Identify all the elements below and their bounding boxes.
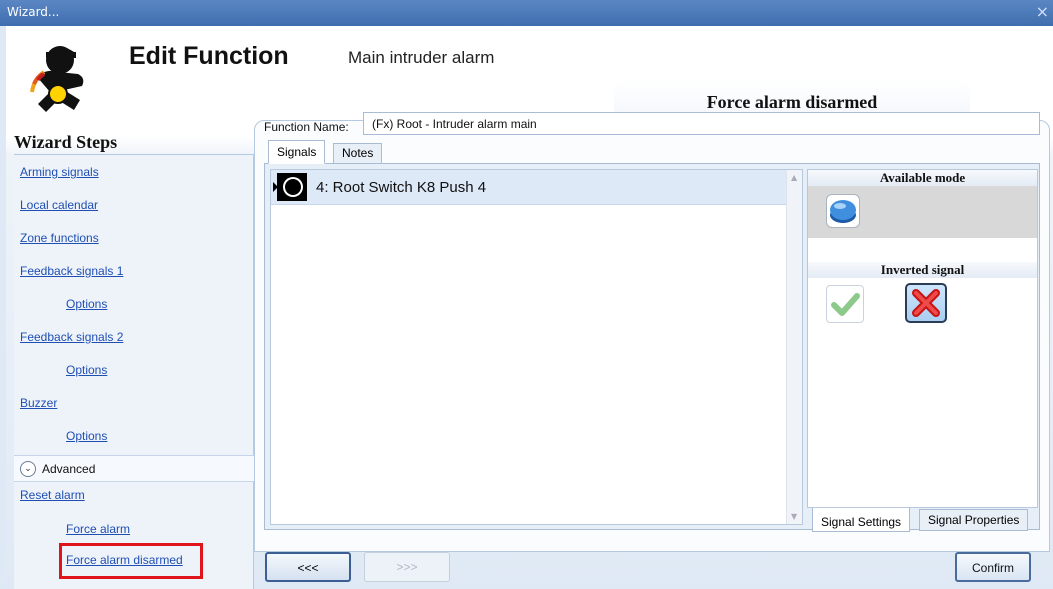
step-force-alarm[interactable]: Force alarm — [66, 522, 130, 536]
tab-signal-properties[interactable]: Signal Properties — [919, 509, 1029, 531]
list-scrollbar[interactable]: ▲ ▼ — [786, 170, 802, 524]
step-reset-alarm[interactable]: Reset alarm — [20, 488, 85, 502]
function-name-label: Function Name: — [264, 120, 349, 134]
chevron-down-icon[interactable]: ⌄ — [20, 461, 36, 477]
red-cross-icon — [912, 289, 940, 317]
close-icon[interactable]: × — [1036, 2, 1049, 21]
function-subtitle: Main intruder alarm — [348, 48, 495, 67]
confirm-button[interactable]: Confirm — [955, 552, 1031, 582]
signal-list: 4: Root Switch K8 Push 4 ▲ ▼ — [270, 169, 803, 525]
list-item[interactable]: 4: Root Switch K8 Push 4 — [271, 170, 786, 205]
tab-signal-settings[interactable]: Signal Settings — [812, 508, 911, 532]
window-titlebar: Wizard... × — [0, 0, 1053, 26]
step-feedback-2-options[interactable]: Options — [66, 363, 107, 377]
mode-selector-button[interactable] — [826, 194, 860, 228]
step-arming-signals[interactable]: Arming signals — [20, 165, 99, 179]
inverted-no-button[interactable] — [905, 283, 947, 323]
advanced-toggle[interactable]: ⌄ Advanced — [14, 455, 254, 482]
step-buzzer[interactable]: Buzzer — [20, 396, 57, 410]
available-mode-area — [808, 186, 1037, 238]
selected-step-highlight — [59, 543, 203, 579]
step-zone-functions[interactable]: Zone functions — [20, 231, 99, 245]
blue-push-button-icon — [830, 200, 856, 223]
tab-signals[interactable]: Signals — [268, 140, 326, 164]
scroll-up-icon[interactable]: ▲ — [791, 173, 797, 182]
next-button[interactable]: >>> — [364, 552, 450, 582]
available-mode-heading: Available mode — [808, 170, 1037, 186]
tab-notes[interactable]: Notes — [333, 143, 383, 164]
intruder-alarm-logo — [30, 46, 84, 112]
window-title: Wizard... — [7, 5, 60, 19]
wizard-steps-list: Arming signals Local calendar Zone funct… — [14, 154, 254, 589]
advanced-label: Advanced — [42, 462, 96, 476]
push-button-icon — [277, 173, 307, 201]
function-name-input[interactable]: (Fx) Root - Intruder alarm main — [363, 112, 1040, 135]
page-title: Edit Function — [129, 42, 289, 70]
step-feedback-1-options[interactable]: Options — [66, 297, 107, 311]
step-local-calendar[interactable]: Local calendar — [20, 198, 98, 212]
inverted-yes-button[interactable] — [826, 285, 864, 323]
step-feedback-signals-2[interactable]: Feedback signals 2 — [20, 330, 123, 344]
scroll-down-icon[interactable]: ▼ — [791, 512, 797, 521]
step-feedback-signals-1[interactable]: Feedback signals 1 — [20, 264, 123, 278]
green-check-icon — [831, 293, 860, 316]
signal-settings-pane: Available mode Inverted signal — [807, 169, 1038, 508]
wizard-steps-heading: Wizard Steps — [14, 132, 118, 152]
step-buzzer-options[interactable]: Options — [66, 429, 107, 443]
signal-label: 4: Root Switch K8 Push 4 — [316, 179, 487, 196]
previous-button[interactable]: <<< — [265, 552, 351, 582]
inverted-signal-heading: Inverted signal — [808, 262, 1037, 278]
